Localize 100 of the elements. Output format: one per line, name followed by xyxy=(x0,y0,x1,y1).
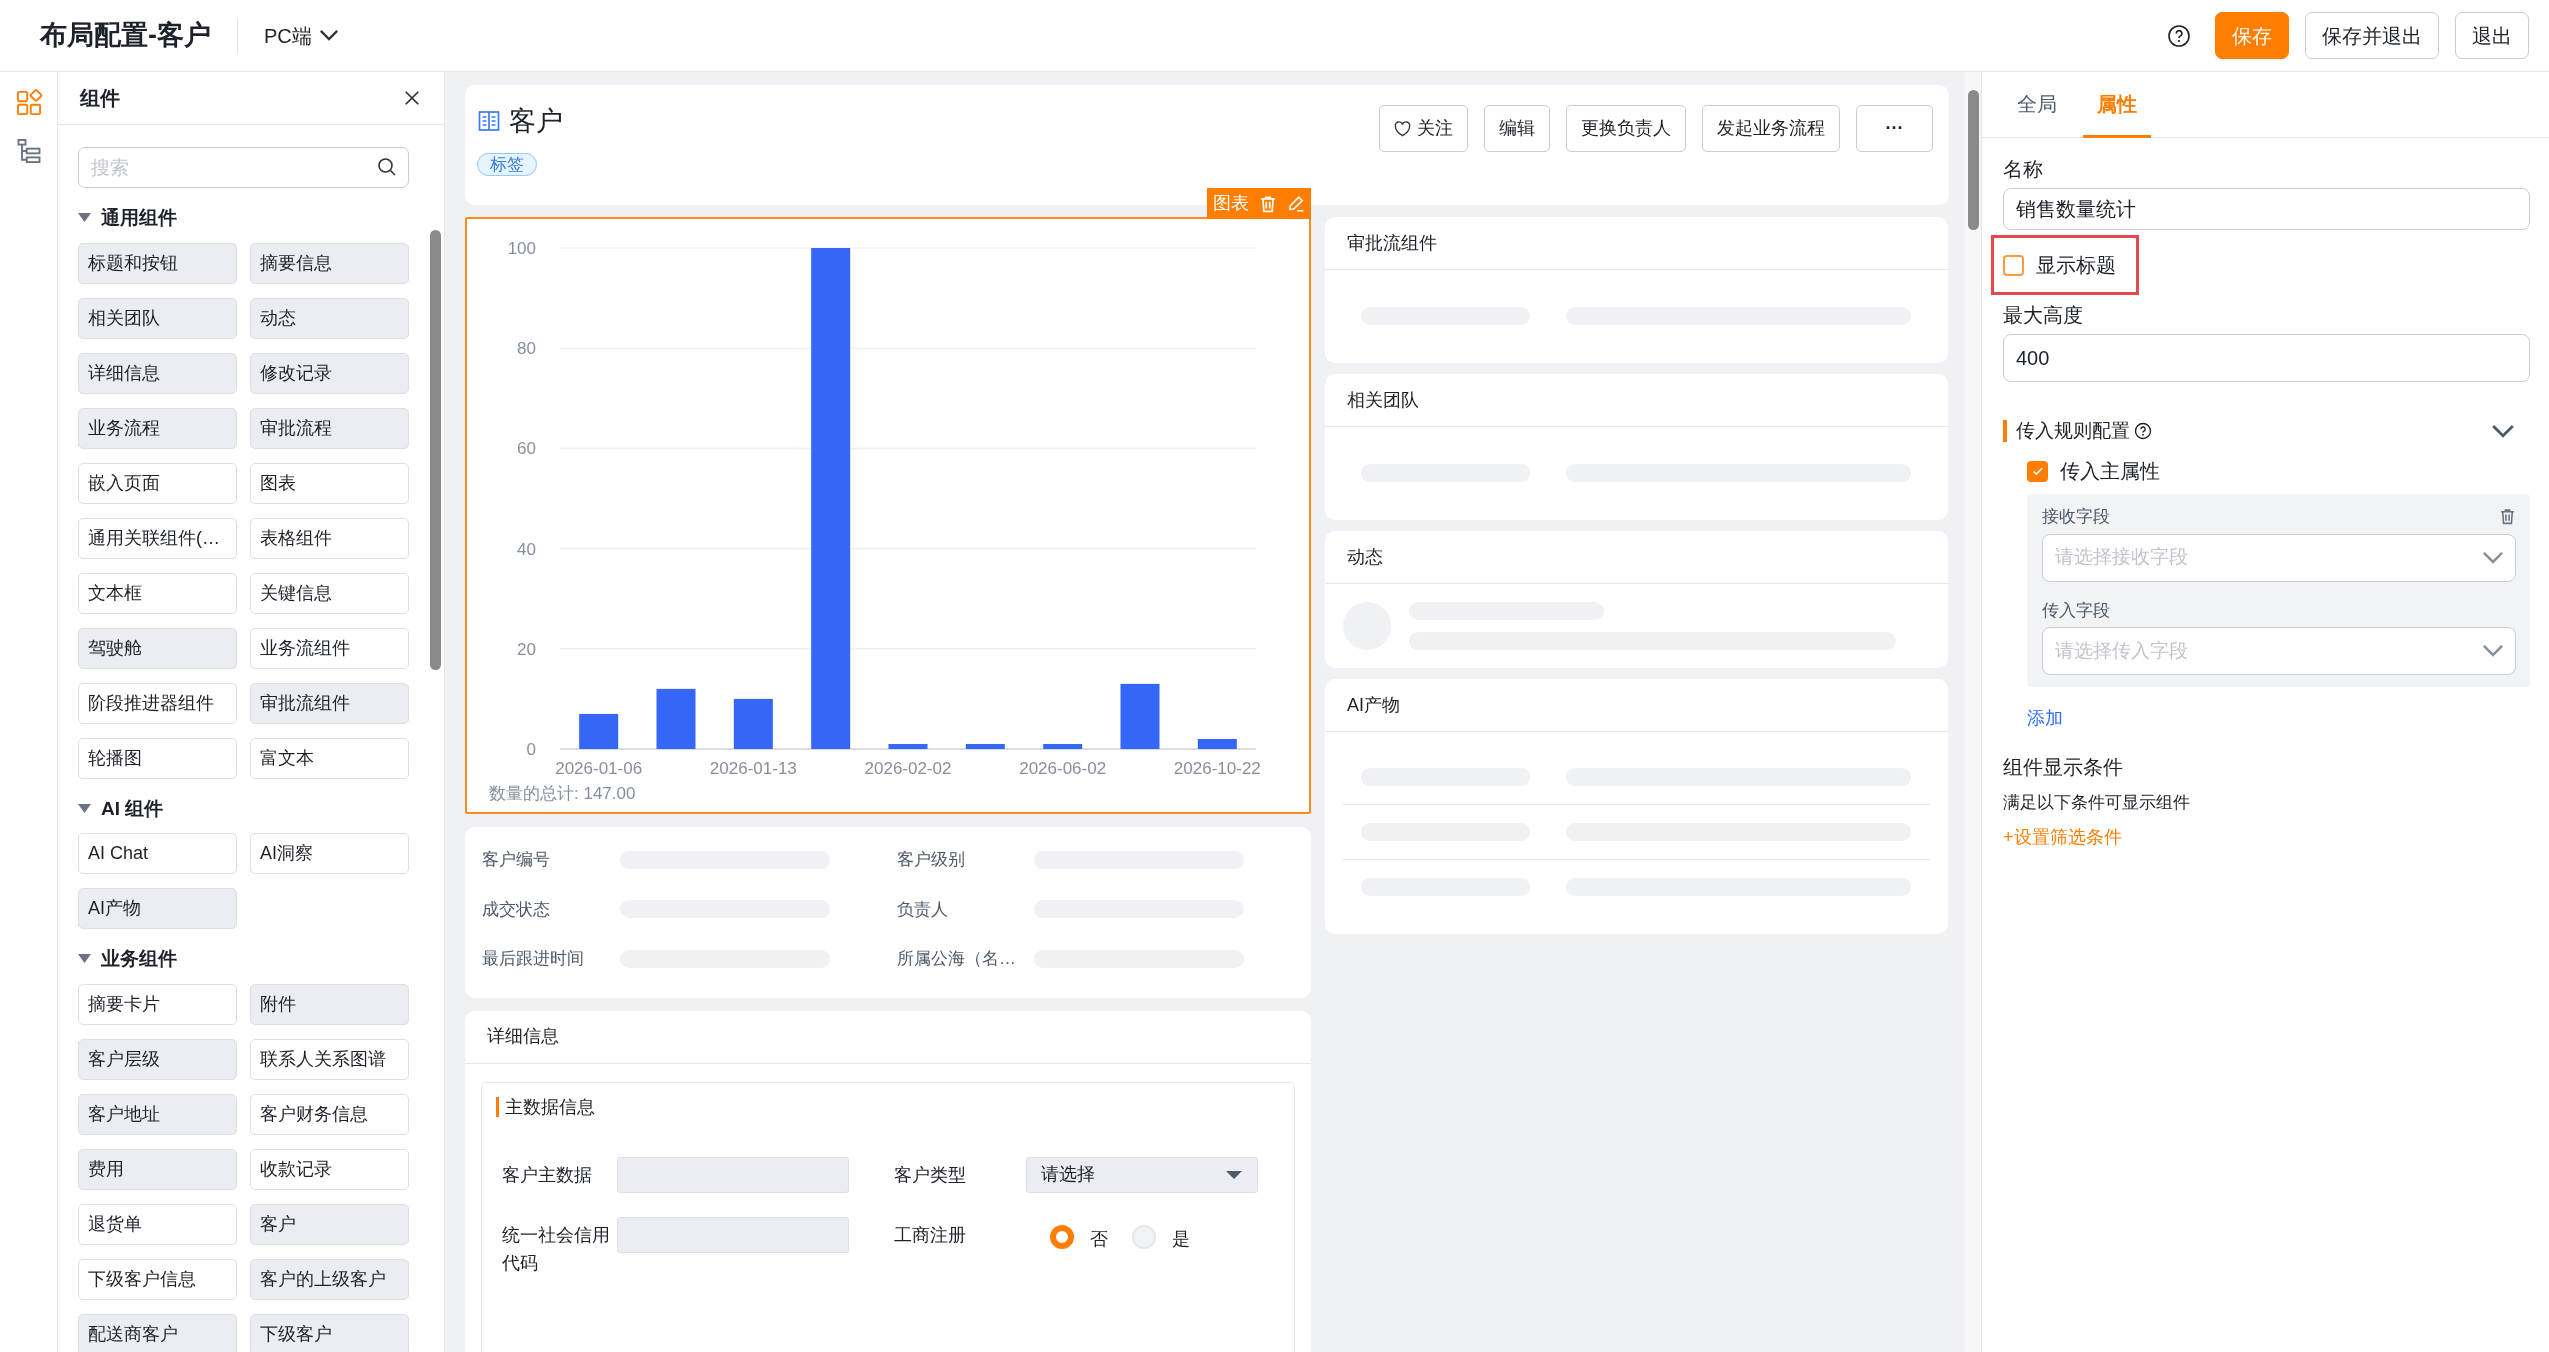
help-icon xyxy=(2134,422,2152,440)
record-icon xyxy=(477,109,501,134)
checkbox-label: 显示标题 xyxy=(2036,253,2116,278)
component-item[interactable]: 详细信息 xyxy=(78,352,237,394)
chevron-down-icon xyxy=(319,30,338,41)
component-item[interactable]: 修改记录 xyxy=(250,352,409,394)
heart-icon xyxy=(1394,120,1411,137)
scrollbar-thumb[interactable] xyxy=(430,230,441,670)
component-item[interactable]: 标题和按钮 xyxy=(78,242,237,284)
x-tick-label: 2026-01-06 xyxy=(555,759,643,778)
component-item[interactable]: AI洞察 xyxy=(250,833,409,874)
component-item[interactable]: 业务流程 xyxy=(78,407,237,449)
checkbox[interactable] xyxy=(2027,460,2048,482)
component-item[interactable]: 嵌入页面 xyxy=(78,462,237,504)
trash-icon xyxy=(2499,508,2516,526)
scrollbar-thumb[interactable] xyxy=(1968,90,1979,230)
select-field[interactable]: 请选择 xyxy=(1026,1156,1258,1193)
y-tick-label: 0 xyxy=(526,740,536,759)
field-label: 客户类型 xyxy=(894,1163,967,1187)
component-item[interactable]: 动态 xyxy=(250,297,409,339)
component-item[interactable]: 下级客户 xyxy=(250,1313,409,1352)
component-item[interactable]: 表格组件 xyxy=(250,517,409,559)
action-button[interactable]: 发起业务流程 xyxy=(1702,105,1840,152)
field-label: 名称 xyxy=(2003,157,2044,182)
component-item[interactable]: 关键信息 xyxy=(250,572,409,614)
field-label: 成交状态 xyxy=(482,898,551,921)
name-field[interactable]: 销售数量统计 xyxy=(2003,188,2530,230)
caret-icon xyxy=(1225,1169,1243,1180)
help-button[interactable] xyxy=(2167,23,2191,48)
search-field[interactable]: 搜索 xyxy=(78,147,409,188)
field-label: 最大高度 xyxy=(2003,303,2084,328)
group-header[interactable]: 通用组件 xyxy=(78,204,177,233)
more-button[interactable]: ··· xyxy=(1856,105,1933,152)
caret-icon xyxy=(78,954,91,965)
component-item[interactable]: 联系人关系图谱 xyxy=(250,1038,409,1080)
component-item[interactable]: 图表 xyxy=(250,462,409,504)
pencil-icon xyxy=(1287,194,1305,213)
delete-button[interactable] xyxy=(2499,508,2516,526)
component-item[interactable]: 附件 xyxy=(250,983,409,1025)
y-tick-label: 80 xyxy=(517,339,536,359)
component-item[interactable]: 退货单 xyxy=(78,1203,237,1245)
component-item[interactable]: 费用 xyxy=(78,1148,237,1190)
component-item[interactable]: 摘要卡片 xyxy=(78,983,237,1025)
chevron-down-icon xyxy=(2483,551,2503,564)
component-item[interactable]: 客户 xyxy=(250,1203,409,1245)
radio-button[interactable] xyxy=(1050,1224,1074,1249)
max-height-field[interactable]: 400 xyxy=(2003,334,2530,382)
group-header[interactable]: AI 组件 xyxy=(78,794,164,823)
add-link[interactable]: 添加 xyxy=(2027,705,2063,732)
action-button[interactable]: 编辑 xyxy=(1484,105,1550,152)
component-item[interactable]: 客户财务信息 xyxy=(250,1093,409,1135)
checkbox[interactable] xyxy=(2003,254,2024,276)
group-header[interactable]: 业务组件 xyxy=(78,945,177,974)
input-field[interactable] xyxy=(617,1156,849,1193)
component-item[interactable]: 收款记录 xyxy=(250,1148,409,1190)
component-item[interactable]: AI Chat xyxy=(78,833,237,874)
tag: 标签 xyxy=(477,152,537,176)
section-title: 传入规则配置 xyxy=(2003,420,2130,442)
component-item[interactable]: 通用关联组件(… xyxy=(78,517,237,559)
chart-summary: 数量的总计: 147.00 xyxy=(488,783,637,805)
follow-button[interactable]: 关注 xyxy=(1379,105,1468,152)
panel-tab[interactable]: 全局 xyxy=(2003,72,2071,138)
component-item[interactable]: 客户层级 xyxy=(78,1038,237,1080)
field-label: 统一社会信用代码 xyxy=(502,1223,611,1275)
action-button[interactable]: 更换负责人 xyxy=(1566,105,1686,152)
radio-label: 否 xyxy=(1090,1227,1109,1251)
component-item[interactable]: 审批流组件 xyxy=(250,682,409,724)
collapse-button[interactable] xyxy=(2492,424,2514,438)
component-item[interactable]: 驾驶舱 xyxy=(78,627,237,669)
caret-icon xyxy=(78,213,91,224)
component-item[interactable]: 配送商客户 xyxy=(78,1313,237,1352)
platform-dropdown[interactable]: PC端 xyxy=(264,20,338,51)
toolbar-label: 图表 xyxy=(1213,192,1249,215)
component-item[interactable]: 下级客户信息 xyxy=(78,1258,237,1300)
field-label: 传入字段 xyxy=(2042,599,2111,622)
header-button[interactable]: 退出 xyxy=(2455,12,2529,59)
field-label: 客户级别 xyxy=(897,849,966,871)
hint-text: 满足以下条件可显示组件 xyxy=(2003,792,2191,814)
component-item[interactable]: 轮播图 xyxy=(78,737,237,779)
edit-button[interactable] xyxy=(1287,194,1305,213)
section-title: 主数据信息 xyxy=(496,1096,1274,1117)
field-label: 客户主数据 xyxy=(502,1163,593,1187)
chevron-icon xyxy=(2492,424,2514,438)
component-item[interactable]: 阶段推进器组件 xyxy=(78,682,237,724)
component-item[interactable]: AI产物 xyxy=(78,888,237,929)
y-tick-label: 40 xyxy=(517,539,536,559)
component-item[interactable]: 文本框 xyxy=(78,572,237,614)
y-tick-label: 60 xyxy=(517,439,536,459)
close-icon xyxy=(402,88,422,108)
component-item[interactable]: 相关团队 xyxy=(78,297,237,339)
component-item[interactable]: 业务流组件 xyxy=(250,627,409,669)
component-item[interactable]: 客户地址 xyxy=(78,1093,237,1135)
component-item[interactable]: 客户的上级客户 xyxy=(250,1258,409,1300)
record-title: 客户 xyxy=(509,105,563,138)
panel-title: 组件 xyxy=(80,86,120,111)
input-field[interactable] xyxy=(617,1216,849,1253)
header-button[interactable]: 保存并退出 xyxy=(2305,12,2439,59)
component-item[interactable]: 富文本 xyxy=(250,737,409,779)
component-item[interactable]: 摘要信息 xyxy=(250,242,409,284)
component-item[interactable]: 审批流程 xyxy=(250,407,409,449)
